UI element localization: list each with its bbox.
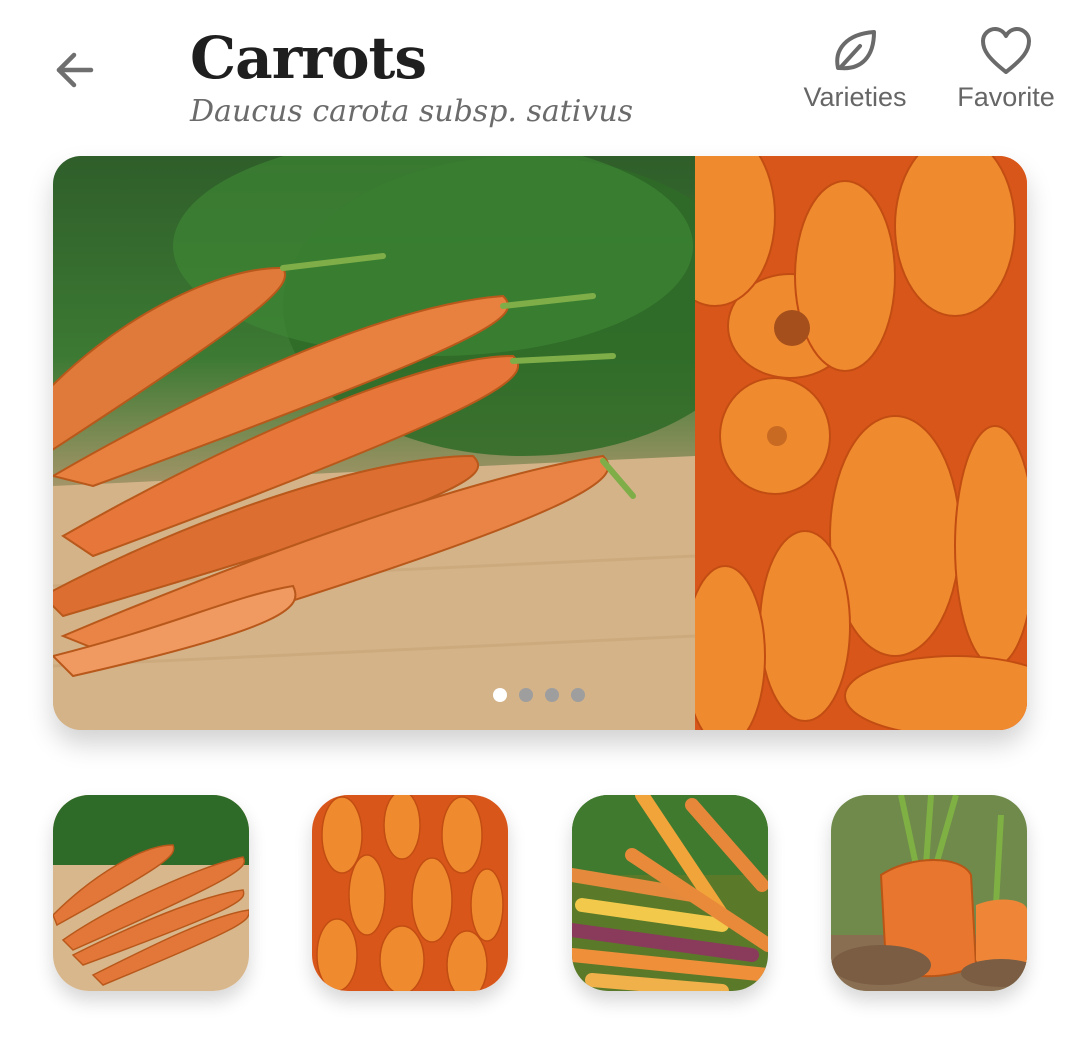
page-title: Carrots <box>190 24 427 92</box>
thumbnail-carrot-in-soil[interactable] <box>831 795 1027 991</box>
thumbnail-rainbow-carrots[interactable] <box>572 795 768 991</box>
arrow-left-icon <box>56 52 94 88</box>
leaf-icon <box>835 30 876 71</box>
scientific-name: Daucus carota subsp. sativus <box>190 94 634 129</box>
image-carousel[interactable] <box>53 156 1027 730</box>
carousel-dot-4[interactable] <box>571 688 585 702</box>
carrot-pile-photo <box>654 156 1027 730</box>
thumbnail-carrot-pile[interactable] <box>312 795 508 991</box>
carousel-dot-2[interactable] <box>519 688 533 702</box>
title-block: Carrots Daucus carota subsp. sativus <box>190 26 633 132</box>
carousel-dot-1[interactable] <box>493 688 507 702</box>
heart-outline-icon <box>981 27 1031 74</box>
carrot-bunch-photo <box>53 156 763 730</box>
carousel-indicator <box>493 688 585 702</box>
varieties-label: Varieties <box>803 82 907 112</box>
favorite-label: Favorite <box>957 82 1055 112</box>
favorite-button[interactable]: Favorite <box>945 24 1067 112</box>
carousel-dot-3[interactable] <box>545 688 559 702</box>
thumbnail-carrot-bunch[interactable] <box>53 795 249 991</box>
varieties-button[interactable]: Varieties <box>790 24 920 112</box>
back-button[interactable] <box>44 40 104 100</box>
